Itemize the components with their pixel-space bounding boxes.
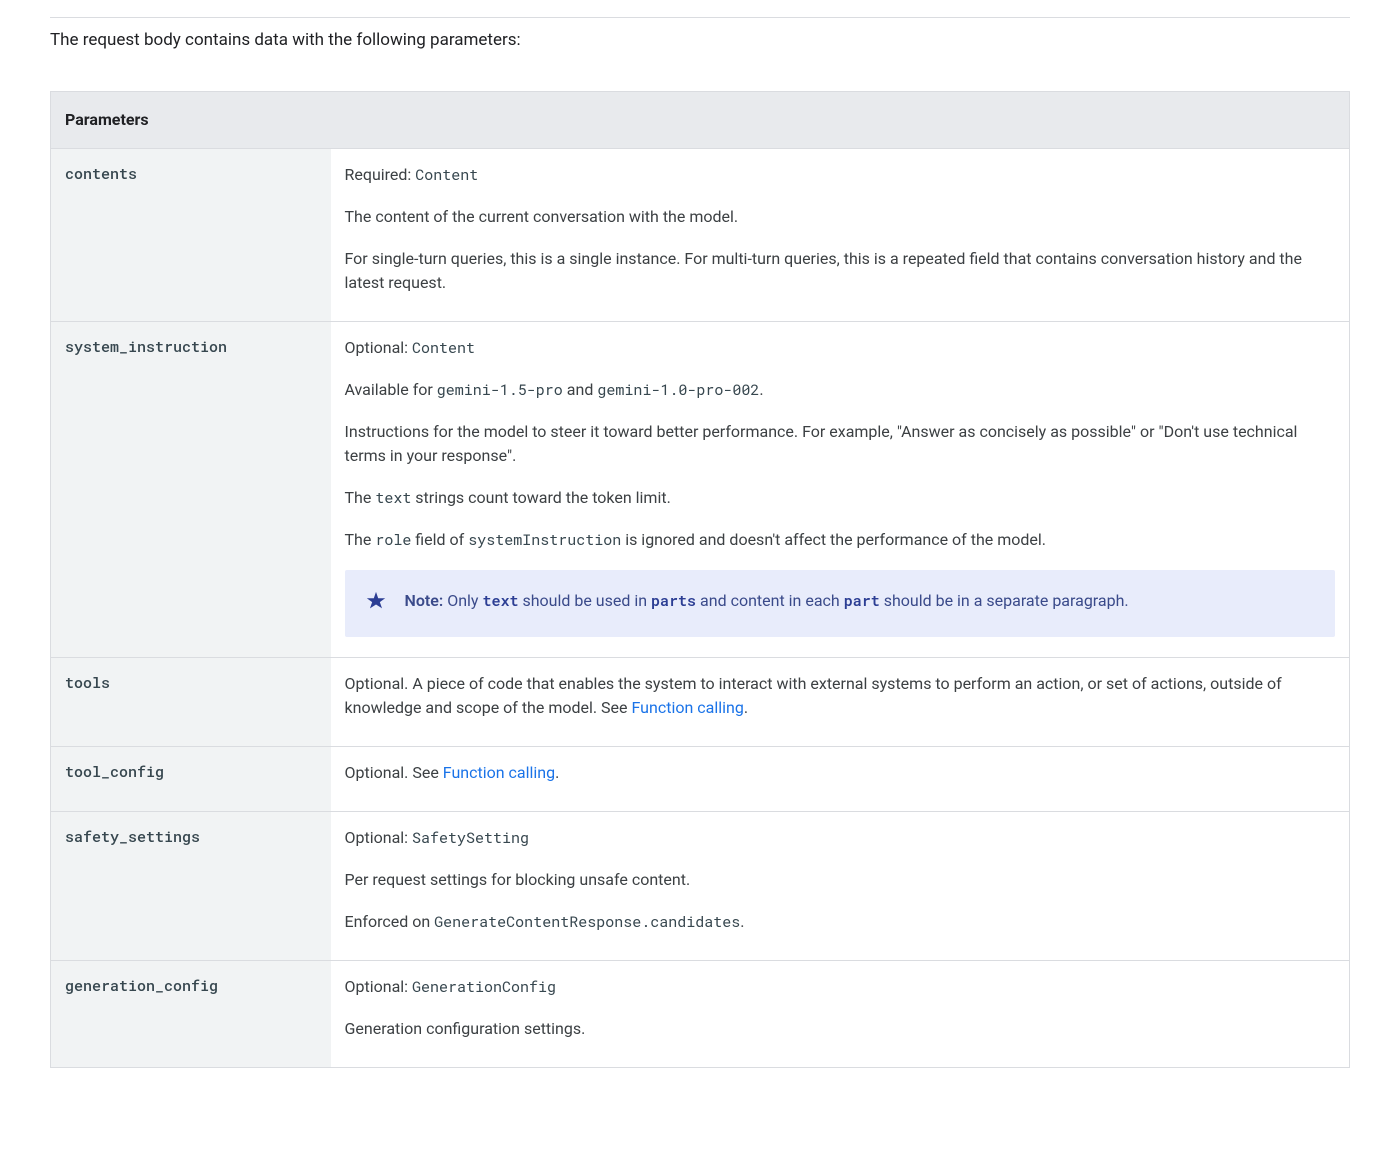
required-label: Required:	[345, 165, 412, 184]
param-name-safety-settings: safety_settings	[51, 811, 331, 960]
function-calling-link[interactable]: Function calling	[632, 698, 744, 717]
optional-label: Optional:	[345, 338, 409, 357]
function-calling-link[interactable]: Function calling	[443, 763, 555, 782]
model-code: gemini-1.0-pro-002	[597, 380, 759, 400]
parameters-header: Parameters	[51, 91, 1350, 148]
param-desc-tool-config: Optional. See Function calling.	[331, 746, 1350, 811]
param-name-generation-config: generation_config	[51, 960, 331, 1067]
param-row-tool-config: tool_config Optional. See Function calli…	[51, 746, 1350, 811]
type-code: SafetySetting	[412, 828, 529, 848]
param-name-tools: tools	[51, 657, 331, 746]
star-icon	[365, 590, 387, 619]
note-box: Note: Only text should be used in parts …	[345, 570, 1336, 637]
param-row-tools: tools Optional. A piece of code that ena…	[51, 657, 1350, 746]
type-code: Content	[412, 338, 475, 358]
param-desc-generation-config: Optional: GenerationConfig Generation co…	[331, 960, 1350, 1067]
param-desc-safety-settings: Optional: SafetySetting Per request sett…	[331, 811, 1350, 960]
inline-code: systemInstruction	[468, 530, 621, 550]
param-name-system-instruction: system_instruction	[51, 321, 331, 657]
param-name-tool-config: tool_config	[51, 746, 331, 811]
inline-code: text	[482, 591, 518, 611]
inline-code: part	[844, 591, 880, 611]
param-desc-tools: Optional. A piece of code that enables t…	[331, 657, 1350, 746]
optional-label: Optional:	[345, 977, 409, 996]
availability-text: Available for gemini-1.5-pro and gemini-…	[345, 378, 1336, 402]
desc-text: The role field of systemInstruction is i…	[345, 528, 1336, 552]
desc-text: The content of the current conversation …	[345, 205, 1336, 229]
type-code: GenerationConfig	[412, 977, 556, 997]
inline-code: GenerateContentResponse.candidates	[434, 912, 740, 932]
desc-text: Optional. See	[345, 763, 443, 782]
param-row-generation-config: generation_config Optional: GenerationCo…	[51, 960, 1350, 1067]
optional-label: Optional:	[345, 828, 409, 847]
param-row-contents: contents Required: Content The content o…	[51, 148, 1350, 321]
inline-code: parts	[651, 591, 696, 611]
desc-text: Instructions for the model to steer it t…	[345, 420, 1336, 468]
param-row-safety-settings: safety_settings Optional: SafetySetting …	[51, 811, 1350, 960]
note-text: Note: Only text should be used in parts …	[405, 588, 1129, 614]
desc-text: Enforced on GenerateContentResponse.cand…	[345, 910, 1336, 934]
desc-text: For single-turn queries, this is a singl…	[345, 247, 1336, 295]
parameters-table: Parameters contents Required: Content Th…	[50, 91, 1350, 1068]
inline-code: role	[375, 530, 411, 550]
desc-text: Optional. A piece of code that enables t…	[345, 674, 1282, 717]
param-desc-contents: Required: Content The content of the cur…	[331, 148, 1350, 321]
desc-text: The text strings count toward the token …	[345, 486, 1336, 510]
param-row-system-instruction: system_instruction Optional: Content Ava…	[51, 321, 1350, 657]
intro-text: The request body contains data with the …	[50, 17, 1350, 74]
desc-text: Per request settings for blocking unsafe…	[345, 868, 1336, 892]
model-code: gemini-1.5-pro	[437, 380, 563, 400]
type-code: Content	[415, 165, 478, 185]
inline-code: text	[375, 488, 411, 508]
desc-text: Generation configuration settings.	[345, 1017, 1336, 1041]
param-name-contents: contents	[51, 148, 331, 321]
param-desc-system-instruction: Optional: Content Available for gemini-1…	[331, 321, 1350, 657]
